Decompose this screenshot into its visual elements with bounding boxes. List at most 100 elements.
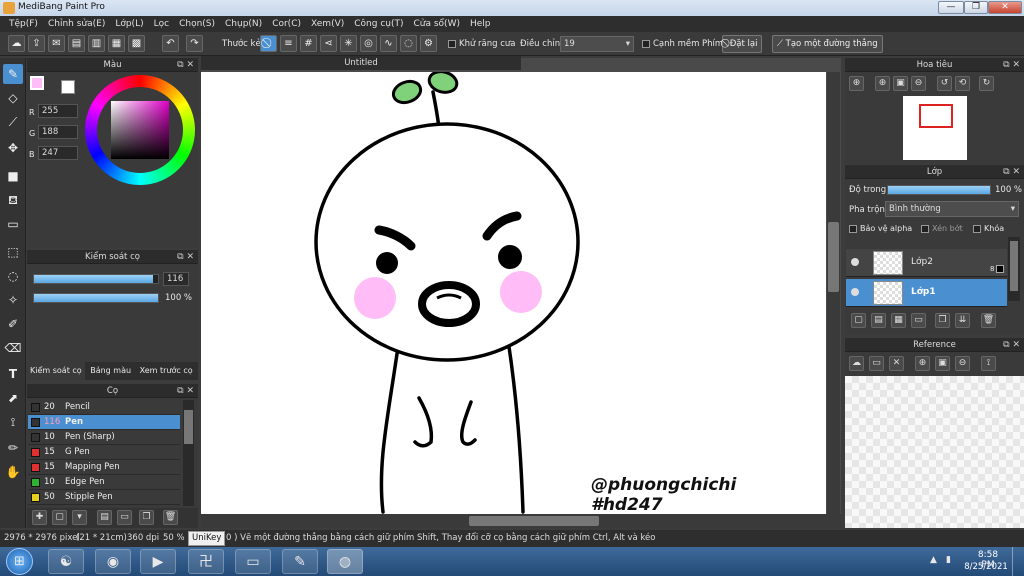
minimize-button[interactable]: — <box>938 1 964 14</box>
b-value-input[interactable]: 247 <box>38 146 78 160</box>
drawing-canvas[interactable]: @phuongchichi #hd247 <box>201 72 826 514</box>
layer-row[interactable]: Lớp1 <box>846 279 1007 307</box>
menu-help[interactable]: Help <box>465 19 496 29</box>
layer-row[interactable]: Lớp2 8 <box>846 249 1007 277</box>
gradient-tool-icon[interactable]: ▭ <box>3 214 23 234</box>
grid-icon[interactable]: ▩ <box>128 35 145 52</box>
protect-alpha-checkbox[interactable]: Bảo vệ alpha <box>849 224 912 233</box>
rotate-reset-icon[interactable]: ⟲ <box>955 76 970 91</box>
panel-controls-icon[interactable]: ⧉ ✕ <box>1003 58 1020 72</box>
tab-color-palette[interactable]: Bảng màu <box>87 366 134 375</box>
ruler-ellipse-icon[interactable]: ◌ <box>400 35 417 52</box>
medibang-icon[interactable]: ◍ <box>327 549 363 574</box>
duplicate-layer-icon[interactable]: ❐ <box>935 313 950 328</box>
layers-scrollbar[interactable] <box>1008 237 1020 301</box>
taskbar-app-1-icon[interactable]: ☯ <box>48 549 84 574</box>
tray-arrow-icon[interactable]: ▲ <box>930 555 937 565</box>
lock-checkbox[interactable]: Khóa <box>973 224 1004 233</box>
zoom-in-icon[interactable]: ⊕ <box>849 76 864 91</box>
ruler-perspective-icon[interactable]: ⋖ <box>320 35 337 52</box>
panel-controls-icon[interactable]: ⧉ ✕ <box>177 384 194 398</box>
reference-fit-icon[interactable]: ▣ <box>935 356 950 371</box>
make-line-button[interactable]: ⟋ Tạo một đường thẳng <box>772 35 883 53</box>
rotate-left-icon[interactable]: ↺ <box>937 76 952 91</box>
cloud-icon[interactable]: ☁ <box>8 35 25 52</box>
layer-opacity-slider[interactable] <box>887 185 991 195</box>
share-icon[interactable]: ⇪ <box>28 35 45 52</box>
show-desktop-button[interactable] <box>1012 547 1024 576</box>
new-brush-icon[interactable]: ▢ <box>52 510 67 525</box>
ruler-off-icon[interactable]: ⃠ <box>260 35 277 52</box>
close-window-button[interactable]: ✕ <box>988 1 1022 14</box>
clipping-checkbox[interactable]: Xén bớt <box>921 224 963 233</box>
magic-wand-tool-icon[interactable]: ✧ <box>3 290 23 310</box>
delete-brush-icon[interactable]: 🗑 <box>163 510 178 525</box>
primary-color-swatch[interactable] <box>30 76 44 90</box>
lasso-tool-icon[interactable]: ◌ <box>3 266 23 286</box>
reference-zoom-in-icon[interactable]: ⊕ <box>915 356 930 371</box>
menu-filter[interactable]: Lọc <box>149 19 174 29</box>
visibility-eye-icon[interactable] <box>851 258 859 266</box>
dot-tool-icon[interactable]: ⟋ <box>3 112 23 132</box>
brush-item[interactable]: 15 Mapping Pen <box>28 460 180 475</box>
new-8bit-layer-icon[interactable]: ▦ <box>891 313 906 328</box>
ruler-cross-icon[interactable]: # <box>300 35 317 52</box>
antialias-checkbox[interactable]: Khử răng cưa <box>448 39 516 49</box>
new-layer-icon[interactable]: ▢ <box>851 313 866 328</box>
media-player-icon[interactable]: ▶ <box>140 549 176 574</box>
eraser-tool-icon[interactable]: ◇ <box>3 88 23 108</box>
select-eraser-tool-icon[interactable]: ⌫ <box>3 338 23 358</box>
new-file-icon[interactable]: ▤ <box>68 35 85 52</box>
viewport-indicator[interactable] <box>919 104 953 128</box>
reference-close-icon[interactable]: ✕ <box>889 356 904 371</box>
navigator-thumbnail[interactable] <box>903 96 967 160</box>
secondary-color-swatch[interactable] <box>61 80 75 94</box>
correction-select[interactable]: 19 ▾ <box>560 36 634 52</box>
zoom-out-icon[interactable]: ⊖ <box>911 76 926 91</box>
brush-list-scrollbar[interactable] <box>183 400 194 506</box>
select-tool-icon[interactable]: ⬚ <box>3 242 23 262</box>
layers-icon[interactable]: ▦ <box>108 35 125 52</box>
brush-settings-icon[interactable]: ▤ <box>97 510 112 525</box>
new-halftone-layer-icon[interactable]: ▤ <box>871 313 886 328</box>
brush-size-slider[interactable] <box>33 274 159 284</box>
brush-tool-icon[interactable]: ✎ <box>3 64 23 84</box>
reset-button[interactable]: ⃠ Đặt lại <box>722 35 763 53</box>
r-value-input[interactable]: 255 <box>38 104 78 118</box>
brush-item[interactable]: 20 Pencil <box>28 400 180 415</box>
ruler-parallel-icon[interactable]: ≡ <box>280 35 297 52</box>
rotate-right-icon[interactable]: ↻ <box>979 76 994 91</box>
hue-ring[interactable] <box>85 75 195 185</box>
smooth-checkbox[interactable]: Cạnh mềm <box>642 39 699 49</box>
add-brush-icon[interactable]: ✚ <box>32 510 47 525</box>
undo-icon[interactable]: ↶ <box>162 35 179 52</box>
ruler-concentric-icon[interactable]: ◎ <box>360 35 377 52</box>
brush-item[interactable]: 116 Pen <box>28 415 180 430</box>
brush-menu-icon[interactable]: ▾ <box>72 510 87 525</box>
paint-icon[interactable]: ✎ <box>282 549 318 574</box>
panel-controls-icon[interactable]: ⧉ ✕ <box>177 250 194 264</box>
brush-folder-icon[interactable]: ▭ <box>117 510 132 525</box>
visibility-eye-icon[interactable] <box>851 288 859 296</box>
menu-window[interactable]: Cửa sổ(W) <box>409 19 465 29</box>
reference-open-icon[interactable]: ▭ <box>869 356 884 371</box>
tab-brush-control[interactable]: Kiểm soát cọ <box>27 362 85 380</box>
zoom-in-alt-icon[interactable]: ⊕ <box>875 76 890 91</box>
fit-icon[interactable]: ▣ <box>893 76 908 91</box>
move-tool-icon[interactable]: ✥ <box>3 138 23 158</box>
ruler-curve-icon[interactable]: ∿ <box>380 35 397 52</box>
redo-icon[interactable]: ↷ <box>186 35 203 52</box>
menu-file[interactable]: Tệp(F) <box>4 19 43 29</box>
new-folder-icon[interactable]: ▭ <box>911 313 926 328</box>
document-icon[interactable]: ▥ <box>88 35 105 52</box>
tab-brush-preview[interactable]: Xem trước cọ <box>137 366 196 375</box>
canvas-vertical-scrollbar[interactable] <box>827 72 840 514</box>
panel-controls-icon[interactable]: ⧉ ✕ <box>1003 165 1020 179</box>
start-button[interactable]: ⊞ <box>6 548 33 575</box>
duplicate-brush-icon[interactable]: ❐ <box>139 510 154 525</box>
merge-layer-icon[interactable]: ⇊ <box>955 313 970 328</box>
menu-layer[interactable]: Lớp(L) <box>110 19 148 29</box>
select-pen-tool-icon[interactable]: ✐ <box>3 314 23 334</box>
g-value-input[interactable]: 188 <box>38 125 78 139</box>
brush-item[interactable]: 10 Pen (Sharp) <box>28 430 180 445</box>
